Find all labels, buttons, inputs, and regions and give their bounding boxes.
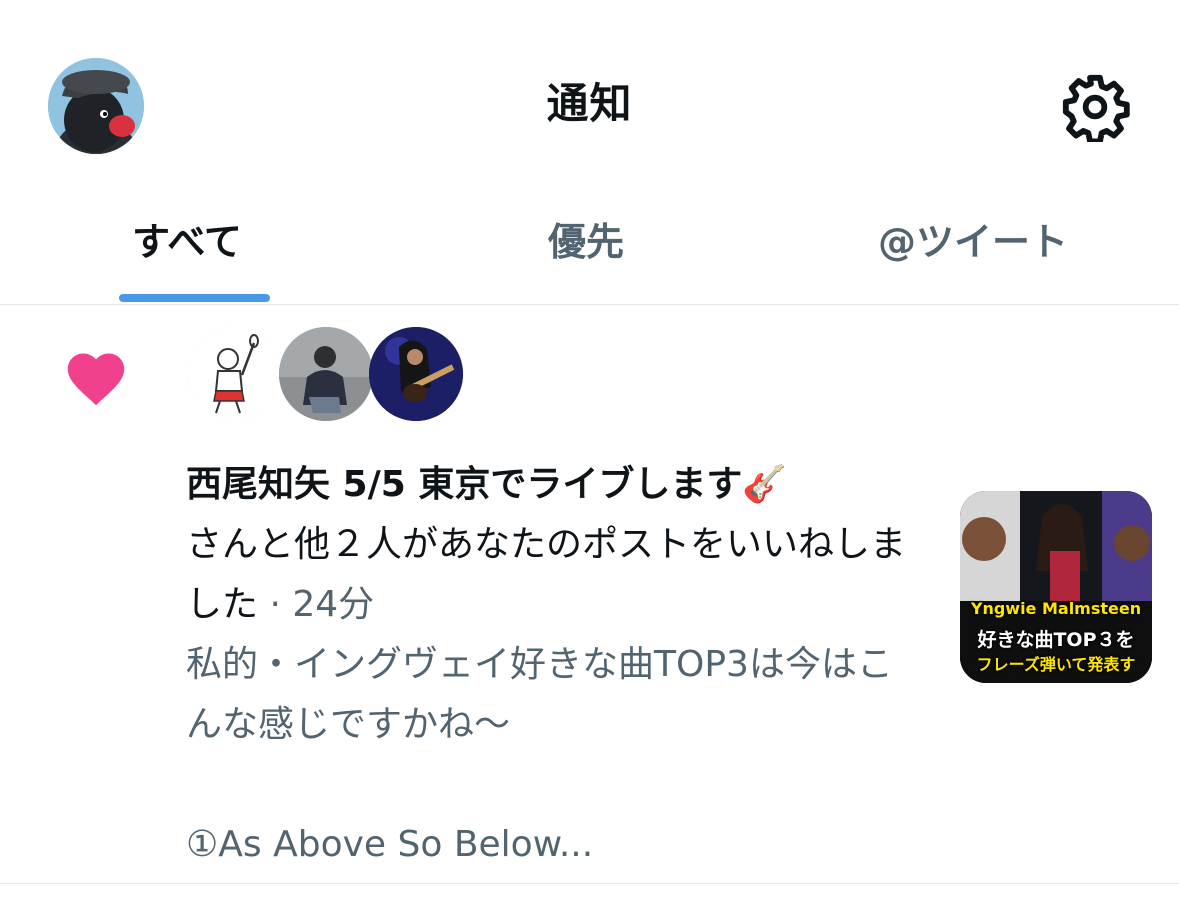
thumbnail-caption: 好きな曲TOP３を	[977, 629, 1135, 651]
like-notification[interactable]: 西尾知矢 5/5 東京でライブします🎸 さんと他２人があなたのポストをいいねしまし…	[0, 305, 1179, 884]
notification-time: 24分	[292, 584, 375, 625]
tab-all[interactable]: すべて	[132, 212, 242, 272]
gear-icon	[1062, 74, 1130, 145]
liker-avatar[interactable]	[279, 327, 373, 421]
thumbnail-caption: Yngwie Malmsteen	[970, 599, 1142, 618]
thumbnail-caption: フレーズ弾いて発表す	[976, 655, 1136, 674]
active-tab-indicator	[119, 294, 270, 302]
liker-avatar[interactable]	[188, 327, 282, 421]
cartoon-guitarist-avatar-icon	[188, 327, 282, 421]
tab-mentions[interactable]: @ツイート	[878, 212, 1068, 272]
post-preview: 私的・イングヴェイ好きな曲TOP3は今はこんな感じですかね〜 ①As Above…	[186, 644, 893, 865]
actor-name[interactable]: 西尾知矢 5/5 東京でライブします🎸	[186, 464, 787, 505]
heart-icon	[62, 345, 130, 407]
tab-priority[interactable]: 優先	[548, 212, 624, 272]
notification-tabs: すべて 優先 @ツイート	[0, 200, 1179, 305]
settings-button[interactable]	[1060, 72, 1130, 145]
person-photo-avatar-icon	[279, 327, 373, 421]
page-title: 通知	[546, 79, 633, 128]
notification-text: 西尾知矢 5/5 東京でライブします🎸 さんと他２人があなたのポストをいいねしまし…	[186, 455, 916, 635]
header: 通知	[0, 0, 1179, 200]
guitarist-photo-avatar-icon	[369, 327, 463, 421]
separator-dot: ·	[258, 584, 293, 625]
liker-avatar[interactable]	[369, 327, 463, 421]
post-thumbnail[interactable]: Yngwie Malmsteen 好きな曲TOP３を フレーズ弾いて発表す	[960, 491, 1152, 683]
